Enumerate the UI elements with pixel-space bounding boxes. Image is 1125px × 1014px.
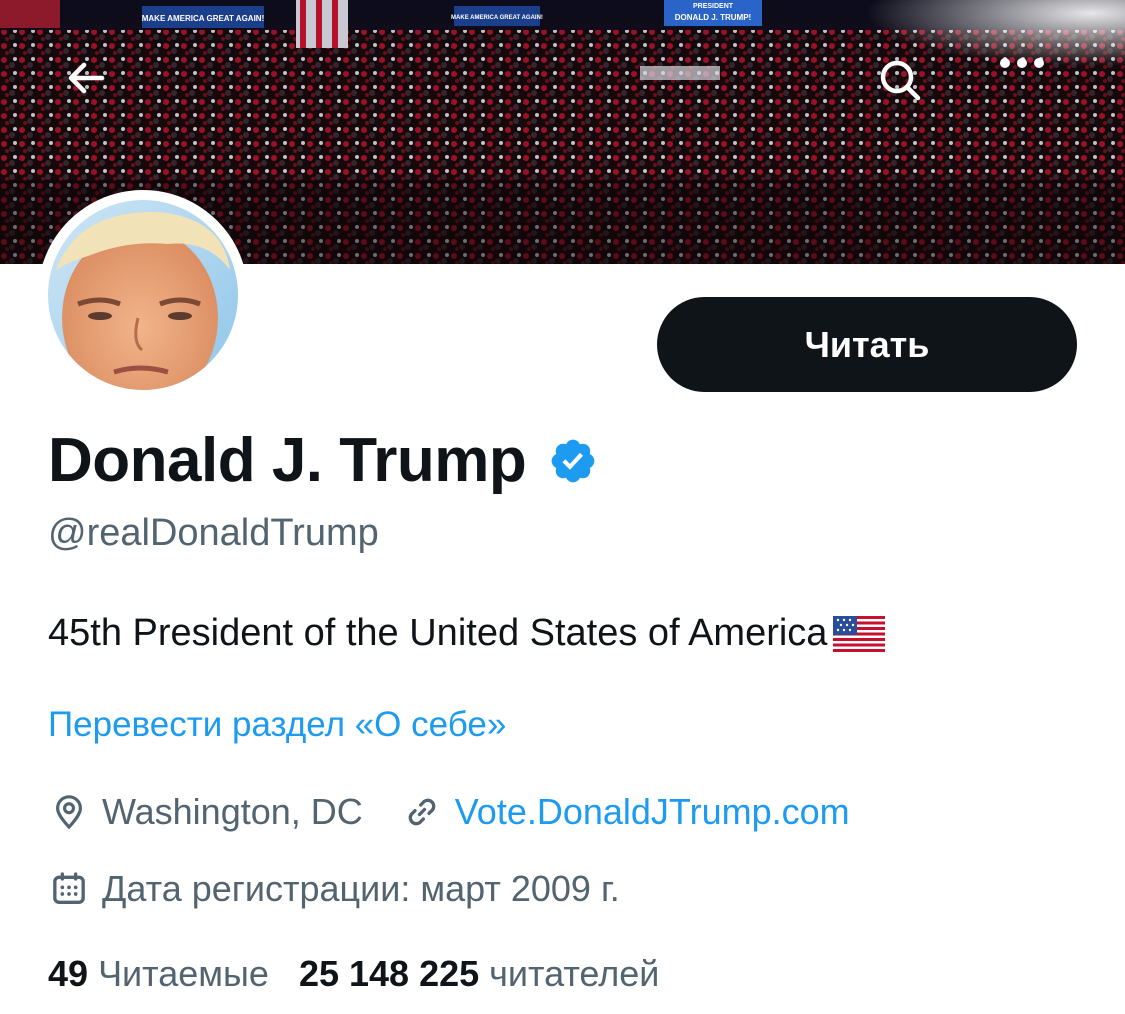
bio-text: 45th President of the United States of A…: [48, 612, 828, 654]
search-button[interactable]: [876, 56, 940, 120]
location-text: Washington, DC: [102, 791, 363, 832]
joined-date-text: Дата регистрации: март 2009 г.: [102, 868, 620, 909]
search-icon: [880, 60, 921, 101]
user-handle: @realDonaldTrump: [48, 512, 379, 554]
display-name: Donald J. Trump: [48, 426, 527, 495]
avatar[interactable]: [38, 190, 248, 400]
followers-label: читателей: [489, 953, 660, 994]
followers-count: 25 148 225: [298, 953, 480, 994]
profile-joined-row: Дата регистрации: март 2009 г.: [48, 868, 620, 910]
translate-bio-link[interactable]: Перевести раздел «О себе»: [48, 705, 506, 745]
location-pin-icon: [48, 791, 90, 833]
profile-meta-row: Washington, DC Vote.DonaldJTrump.com: [48, 791, 850, 833]
banner-sign-1: MAKE AMERICA GREAT AGAIN!: [142, 14, 265, 23]
profile-bio: 45th President of the United States of A…: [48, 612, 886, 655]
following-label: Читаемые: [98, 953, 269, 994]
banner-sign-4: DONALD J. TRUMP!: [675, 13, 751, 22]
followers-stat[interactable]: 25 148 225 читателей: [299, 953, 659, 995]
following-count: 49: [48, 953, 89, 994]
back-button[interactable]: [64, 56, 128, 120]
follow-button[interactable]: Читать: [657, 297, 1077, 392]
following-stat[interactable]: 49 Читаемые: [48, 953, 269, 995]
name-row: Donald J. Trump: [48, 425, 598, 496]
link-icon: [401, 791, 443, 833]
arrow-left-icon: [68, 62, 105, 94]
flag-us-icon: [833, 615, 886, 652]
banner-sign-2: MAKE AMERICA GREAT AGAIN!: [451, 15, 543, 21]
website-link[interactable]: Vote.DonaldJTrump.com: [455, 791, 850, 833]
follow-stats: 49 Читаемые 25 148 225 читателей: [48, 953, 659, 995]
calendar-icon: [48, 868, 90, 910]
more-button[interactable]: [998, 56, 1062, 120]
verified-badge-icon[interactable]: [548, 436, 598, 486]
avatar-photo: [48, 200, 238, 390]
banner-sign-3: PRESIDENT: [693, 3, 734, 10]
more-horizontal-icon: [1000, 58, 1044, 68]
